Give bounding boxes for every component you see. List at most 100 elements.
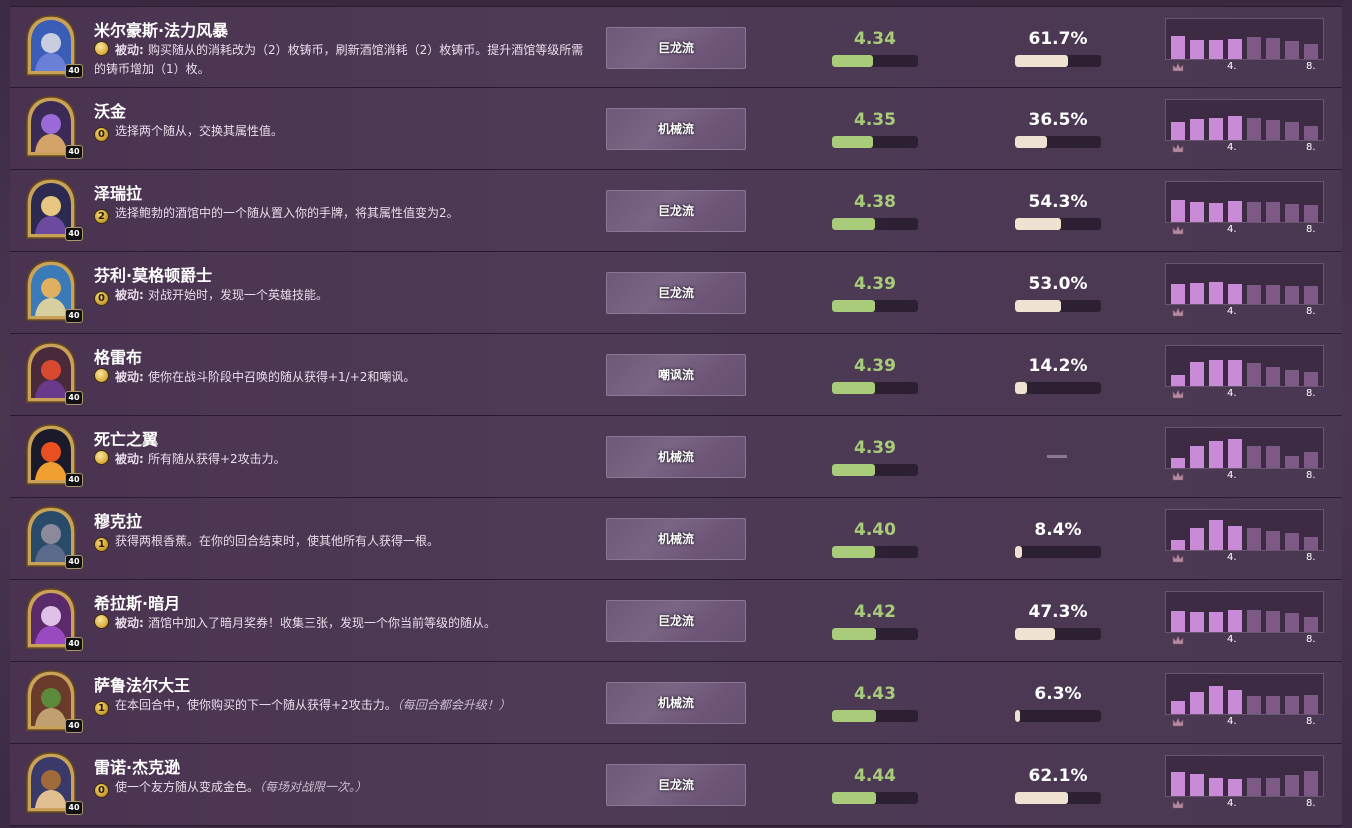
placement-bar-8 <box>1304 44 1318 59</box>
placement-bar-5 <box>1247 696 1261 714</box>
avg-placement-bar <box>832 300 918 312</box>
hero-name[interactable]: 格雷布 <box>94 344 142 368</box>
distribution-axis: 4. 8. <box>1165 306 1324 320</box>
coin-cost-icon <box>94 614 109 629</box>
placement-bar-5 <box>1247 285 1261 304</box>
placement-bar-4 <box>1228 439 1242 468</box>
avg-placement-fill <box>832 710 876 722</box>
axis-tick-8: 8. <box>1306 716 1316 727</box>
power-keyword: 被动: <box>115 370 148 384</box>
axis-tick-4: 4. <box>1227 798 1237 809</box>
axis-tick-4: 4. <box>1227 142 1237 153</box>
hero-name[interactable]: 米尔豪斯·法力风暴 <box>94 17 228 41</box>
hero-name[interactable]: 希拉斯·暗月 <box>94 590 180 614</box>
hero-name[interactable]: 死亡之翼 <box>94 426 158 450</box>
hero-name[interactable]: 芬利·莫格顿爵士 <box>94 262 212 286</box>
hero-row[interactable]: 40 泽瑞拉 2 选择鲍勃的酒馆中的一个随从置入你的手牌，将其属性值变为2。 巨龙… <box>10 170 1342 252</box>
armor-badge: 40 <box>65 309 83 323</box>
armor-badge: 40 <box>65 473 83 487</box>
placement-bar-6 <box>1266 285 1280 304</box>
pick-rate-fill <box>1015 300 1061 312</box>
placement-bar-5 <box>1247 446 1261 468</box>
coin-cost-icon: 1 <box>94 537 109 552</box>
crown-icon <box>1172 389 1184 399</box>
hero-name[interactable]: 沃金 <box>94 98 126 122</box>
hero-name[interactable]: 穆克拉 <box>94 508 142 532</box>
crown-icon <box>1172 471 1184 481</box>
tribe-button[interactable]: 嘲讽流 <box>606 354 746 396</box>
hero-row[interactable]: 40 格雷布 被动: 使你在战斗阶段中召唤的随从获得+1/+2和嘲讽。 嘲讽流 … <box>10 334 1342 416</box>
avg-placement-bar <box>832 55 918 67</box>
power-description: 购买随从的消耗改为（2）枚铸币，刷新酒馆消耗（2）枚铸币。提升酒馆等级所需的铸币… <box>94 43 584 76</box>
hero-row[interactable]: 40 芬利·莫格顿爵士 0 被动: 对战开始时，发现一个英雄技能。 巨龙流 4.3… <box>10 252 1342 334</box>
power-description: 选择两个随从，交换其属性值。 <box>115 124 284 138</box>
crown-icon <box>1172 635 1184 645</box>
placement-bar-2 <box>1190 40 1204 59</box>
placement-bar-7 <box>1285 775 1299 796</box>
hero-name[interactable]: 雷诺·杰克逊 <box>94 754 180 778</box>
tribe-button[interactable]: 巨龙流 <box>606 190 746 232</box>
power-description: 使一个友方随从变成金色。 <box>115 780 260 794</box>
tribe-button[interactable]: 机械流 <box>606 518 746 560</box>
avg-placement-value: 4.42 <box>854 602 896 622</box>
tribe-button[interactable]: 机械流 <box>606 682 746 724</box>
power-keyword: 被动: <box>115 288 148 302</box>
distribution-axis: 4. 8. <box>1165 142 1324 156</box>
placement-bar-3 <box>1209 520 1223 550</box>
coin-cost-icon <box>94 368 109 383</box>
hero-row[interactable]: 40 萨鲁法尔大王 1 在本回合中，使你购买的下一个随从获得+2攻击力。（每回合都… <box>10 662 1342 744</box>
tribe-button[interactable]: 机械流 <box>606 436 746 478</box>
placement-bar-2 <box>1190 774 1204 796</box>
hero-name[interactable]: 萨鲁法尔大王 <box>94 672 190 696</box>
power-hint: （每回合都会升级！） <box>396 698 511 712</box>
distribution-axis: 4. 8. <box>1165 798 1324 812</box>
placement-bar-8 <box>1304 771 1318 796</box>
hero-row[interactable]: 40 穆克拉 1 获得两根香蕉。在你的回合结束时，使其他所有人获得一根。 机械流 … <box>10 498 1342 580</box>
hero-name[interactable]: 泽瑞拉 <box>94 180 142 204</box>
power-description: 所有随从获得+2攻击力。 <box>147 452 286 466</box>
placement-distribution-chart <box>1165 591 1324 633</box>
no-data-dash <box>1047 455 1067 458</box>
tribe-button[interactable]: 巨龙流 <box>606 764 746 806</box>
pick-rate-value: 47.3% <box>1028 602 1088 622</box>
axis-tick-4: 4. <box>1227 552 1237 563</box>
axis-tick-8: 8. <box>1306 61 1316 72</box>
avg-placement-value: 4.40 <box>854 520 896 540</box>
placement-bar-2 <box>1190 202 1204 222</box>
placement-bar-7 <box>1285 613 1299 632</box>
hero-row[interactable]: 40 希拉斯·暗月 被动: 酒馆中加入了暗月奖券！收集三张，发现一个你当前等级的… <box>10 580 1342 662</box>
coin-cost-icon: 1 <box>94 701 109 716</box>
crown-icon <box>1172 799 1184 809</box>
axis-tick-4: 4. <box>1227 634 1237 645</box>
avg-placement-fill <box>832 136 874 148</box>
placement-bar-7 <box>1285 122 1299 140</box>
avg-placement-bar <box>832 136 918 148</box>
placement-distribution-chart <box>1165 755 1324 797</box>
placement-bar-5 <box>1247 37 1261 59</box>
placement-bar-5 <box>1247 118 1261 140</box>
pick-rate-bar <box>1015 382 1101 394</box>
placement-bar-8 <box>1304 695 1318 714</box>
avg-placement-fill <box>832 628 876 640</box>
tribe-button[interactable]: 巨龙流 <box>606 600 746 642</box>
hero-row[interactable]: 40 米尔豪斯·法力风暴 被动: 购买随从的消耗改为（2）枚铸币，刷新酒馆消耗（… <box>10 6 1342 88</box>
placement-bar-1 <box>1171 122 1185 140</box>
pick-rate-fill <box>1015 55 1069 67</box>
hero-row[interactable]: 40 沃金 0 选择两个随从，交换其属性值。 机械流 4.35 36.5% 4. … <box>10 88 1342 170</box>
hero-row[interactable]: 40 雷诺·杰克逊 0 使一个友方随从变成金色。（每场对战限一次。） 巨龙流 4.… <box>10 744 1342 826</box>
pick-rate-value: 61.7% <box>1028 29 1088 49</box>
placement-bar-6 <box>1266 531 1280 550</box>
placement-bar-1 <box>1171 36 1185 59</box>
placement-bar-4 <box>1228 779 1242 796</box>
tribe-button[interactable]: 机械流 <box>606 108 746 150</box>
placement-distribution-chart <box>1165 345 1324 387</box>
placement-distribution-chart <box>1165 181 1324 223</box>
placement-bar-6 <box>1266 38 1280 59</box>
hero-row[interactable]: 40 死亡之翼 被动: 所有随从获得+2攻击力。 机械流 4.39 4. 8. <box>10 416 1342 498</box>
crown-icon <box>1172 143 1184 153</box>
tribe-button[interactable]: 巨龙流 <box>606 272 746 314</box>
axis-tick-4: 4. <box>1227 716 1237 727</box>
tribe-button[interactable]: 巨龙流 <box>606 27 746 69</box>
avg-placement-value: 4.38 <box>854 192 896 212</box>
avg-placement-value: 4.39 <box>854 438 896 458</box>
